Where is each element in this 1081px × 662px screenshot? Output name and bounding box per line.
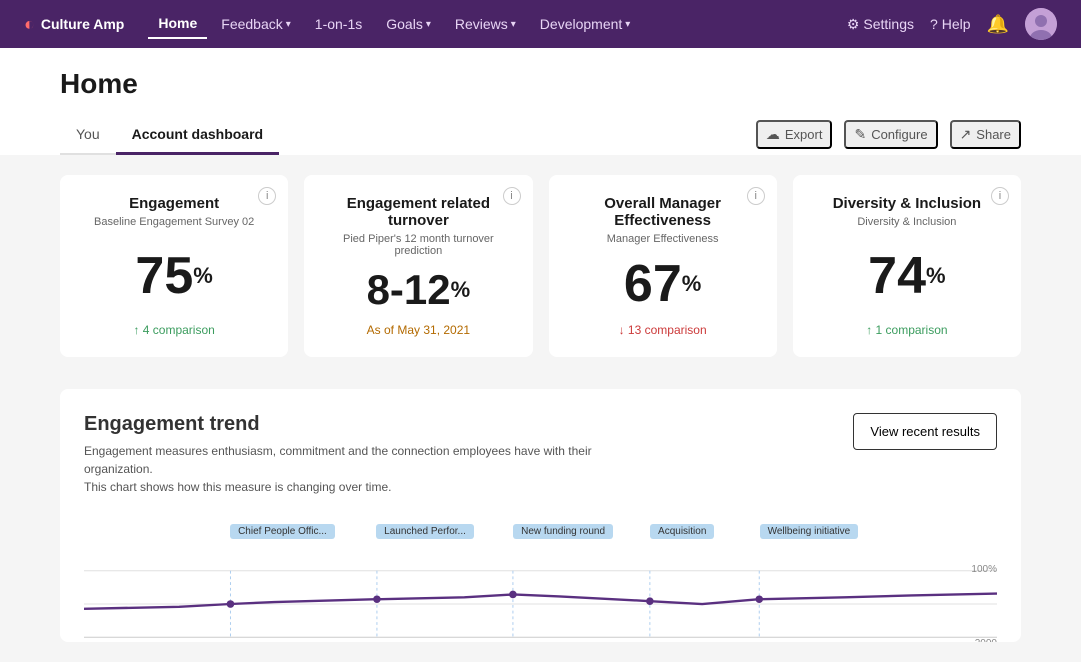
brand-logo[interactable]: ◐ Culture Amp (24, 14, 124, 35)
content-area: i Engagement Baseline Engagement Survey … (0, 155, 1081, 662)
diversity-subtitle: Diversity & Inclusion (813, 216, 1001, 228)
tabs: You Account dashboard (60, 116, 279, 155)
export-icon: ☁ (766, 126, 780, 143)
trend-section: Engagement trend Engagement measures ent… (60, 389, 1021, 642)
metric-card-engagement: i Engagement Baseline Engagement Survey … (60, 175, 288, 357)
diversity-number: 74 (868, 250, 926, 302)
manager-number: 67 (624, 258, 682, 310)
notification-bell-icon[interactable]: 🔔 (987, 14, 1009, 35)
gear-icon: ⚙ (847, 16, 860, 33)
tabs-row: You Account dashboard ☁ Export ✎ Configu… (0, 108, 1081, 155)
chart-annotations-row: Chief People Offic... Launched Perfor...… (84, 524, 997, 560)
chart-svg-container: 100% 2000 (84, 564, 997, 642)
development-chevron-icon: ▾ (625, 19, 630, 30)
nav-1on1s[interactable]: 1-on-1s (305, 10, 372, 38)
annotation-wellbeing: Wellbeing initiative (760, 524, 859, 539)
metric-card-turnover: i Engagement related turnover Pied Piper… (304, 175, 532, 357)
turnover-subtitle: Pied Piper's 12 month turnover predictio… (324, 233, 512, 257)
engagement-title: Engagement (80, 195, 268, 212)
tab-you[interactable]: You (60, 116, 116, 155)
trend-description-2: This chart shows how this measure is cha… (84, 478, 604, 496)
settings-label: Settings (863, 16, 914, 32)
metric-cards: i Engagement Baseline Engagement Survey … (60, 175, 1021, 357)
reviews-chevron-icon: ▾ (511, 19, 516, 30)
help-label: Help (942, 16, 971, 32)
configure-button[interactable]: ✎ Configure (844, 120, 937, 149)
share-label: Share (976, 127, 1011, 142)
manager-comparison: ↓ 13 comparison (569, 323, 757, 337)
info-icon-engagement[interactable]: i (258, 187, 276, 205)
annotation-chief-people: Chief People Offic... (230, 524, 335, 539)
nav-feedback[interactable]: Feedback ▾ (211, 10, 301, 38)
metric-card-diversity: i Diversity & Inclusion Diversity & Incl… (793, 175, 1021, 357)
chart-area: Chief People Offic... Launched Perfor...… (60, 512, 1021, 642)
annotation-acquisition: Acquisition (650, 524, 714, 539)
metric-card-manager: i Overall Manager Effectiveness Manager … (549, 175, 777, 357)
nav-goals[interactable]: Goals ▾ (376, 10, 441, 38)
nav-links: Home Feedback ▾ 1-on-1s Goals ▾ Reviews … (148, 9, 822, 39)
engagement-subtitle: Baseline Engagement Survey 02 (80, 216, 268, 228)
diversity-value: 74% (813, 240, 1001, 311)
manager-value: 67% (569, 257, 757, 311)
trend-chart-svg (84, 564, 997, 642)
view-recent-results-button[interactable]: View recent results (853, 413, 997, 450)
manager-subtitle: Manager Effectiveness (569, 233, 757, 245)
navigation: ◐ Culture Amp Home Feedback ▾ 1-on-1s Go… (0, 0, 1081, 48)
turnover-title: Engagement related turnover (324, 195, 512, 229)
export-label: Export (785, 127, 823, 142)
annotation-new-funding: New funding round (513, 524, 613, 539)
diversity-title: Diversity & Inclusion (813, 195, 1001, 212)
trend-description-1: Engagement measures enthusiasm, commitme… (84, 442, 604, 478)
trend-text: Engagement trend Engagement measures ent… (84, 413, 604, 496)
nav-right: ⚙ Settings ? Help 🔔 (847, 8, 1057, 40)
diversity-comparison: ↑ 1 comparison (813, 323, 1001, 337)
engagement-comparison: ↑ 4 comparison (80, 323, 268, 337)
tab-actions: ☁ Export ✎ Configure ↗ Share (756, 120, 1021, 155)
share-icon: ↗ (960, 126, 972, 143)
configure-label: Configure (871, 127, 927, 142)
brand-name: Culture Amp (41, 16, 124, 32)
settings-link[interactable]: ⚙ Settings (847, 16, 914, 33)
avatar[interactable] (1025, 8, 1057, 40)
goals-chevron-icon: ▾ (426, 19, 431, 30)
nav-home[interactable]: Home (148, 9, 207, 39)
trend-title: Engagement trend (84, 413, 604, 436)
info-icon-manager[interactable]: i (747, 187, 765, 205)
turnover-comparison: As of May 31, 2021 (324, 323, 512, 337)
engagement-value: 75% (80, 240, 268, 311)
engagement-number: 75 (135, 250, 193, 302)
turnover-value: 8-12% (324, 269, 512, 311)
share-button[interactable]: ↗ Share (950, 120, 1021, 149)
help-icon: ? (930, 16, 938, 32)
export-button[interactable]: ☁ Export (756, 120, 833, 149)
y-label-top: 100% (971, 564, 997, 575)
nav-development[interactable]: Development ▾ (530, 10, 641, 38)
annotation-launched-perfor: Launched Perfor... (376, 524, 474, 539)
tab-account-dashboard[interactable]: Account dashboard (116, 116, 279, 155)
turnover-number: 8-12 (367, 269, 451, 311)
page-title: Home (60, 68, 1021, 108)
configure-icon: ✎ (854, 126, 866, 143)
manager-title: Overall Manager Effectiveness (569, 195, 757, 229)
info-icon-turnover[interactable]: i (503, 187, 521, 205)
info-icon-diversity[interactable]: i (991, 187, 1009, 205)
help-link[interactable]: ? Help (930, 16, 971, 32)
trend-header: Engagement trend Engagement measures ent… (60, 389, 1021, 512)
feedback-chevron-icon: ▾ (286, 19, 291, 30)
nav-reviews[interactable]: Reviews ▾ (445, 10, 526, 38)
logo-icon: ◐ (24, 14, 35, 35)
y-label-bottom: 2000 (975, 638, 997, 642)
page-header: Home (0, 48, 1081, 108)
